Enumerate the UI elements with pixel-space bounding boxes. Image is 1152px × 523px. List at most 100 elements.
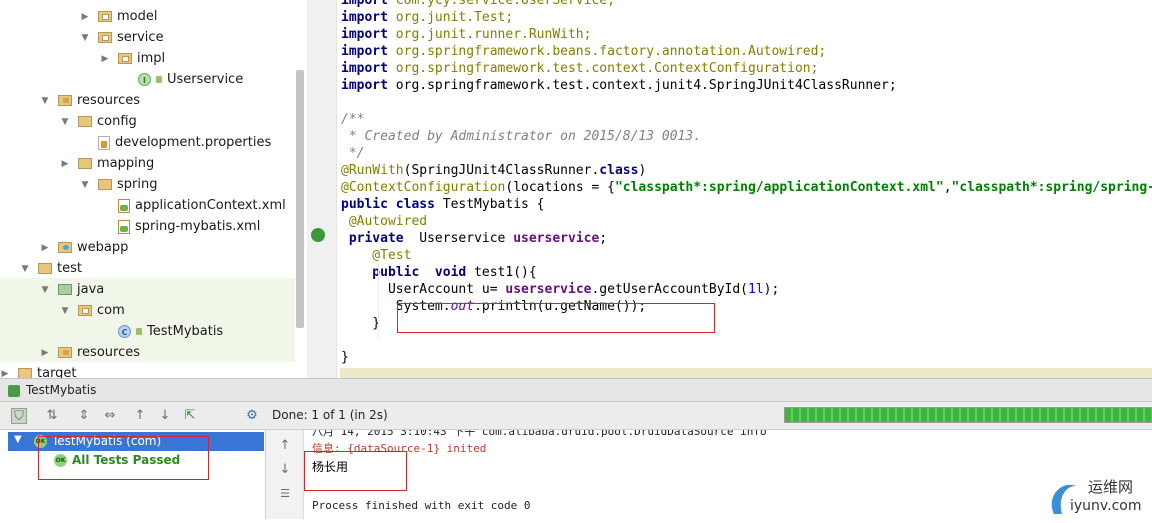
code-token: public void [341, 265, 475, 280]
tree-item-label: spring [117, 177, 158, 192]
tree-item-testmybatis[interactable]: C TestMybatis [100, 321, 223, 342]
expand-arrow-icon[interactable]: ▶ [60, 159, 70, 169]
code-token: /** [341, 112, 365, 127]
previous-failed-icon[interactable]: ↑ [132, 408, 148, 424]
settings-gear-icon[interactable]: ⚙ [244, 408, 260, 424]
expand-arrow-icon[interactable]: ▶ [40, 348, 50, 358]
tree-item-label: development.properties [115, 135, 272, 150]
code-token: org.springframework.test.context.junit4.… [395, 78, 897, 93]
tree-item-label: spring-mybatis.xml [135, 219, 261, 234]
filter-tests-icon[interactable]: ⛉ [11, 408, 27, 424]
tree-item-label: Userservice [167, 72, 244, 87]
run-tool-window-header: TestMybatis [0, 378, 1152, 402]
tree-item-service[interactable]: ▼ service [80, 27, 164, 48]
tree-item-model[interactable]: ▶ model [80, 6, 158, 27]
test-status-text: Done: 1 of 1 (in 2s) [272, 408, 388, 422]
tree-item-impl[interactable]: ▶ impl [100, 48, 166, 69]
project-tree-scrollbar[interactable] [296, 70, 304, 328]
collapse-arrow-icon[interactable]: ▼ [14, 434, 22, 445]
collapse-arrow-icon[interactable]: ▼ [20, 264, 30, 274]
code-token: import [341, 10, 396, 25]
scroll-up-icon[interactable]: ↑ [277, 438, 293, 454]
collapse-arrow-icon[interactable]: ▼ [60, 306, 70, 316]
export-results-icon[interactable]: ⇱ [182, 408, 198, 424]
tree-item-target[interactable]: ▶ target [0, 363, 77, 378]
console-side-toolbar: ↑ ↓ ☰ [266, 430, 304, 519]
resources-folder-icon [58, 95, 72, 106]
expand-arrow-icon[interactable]: ▶ [100, 54, 110, 64]
tree-item-applicationcontext-xml[interactable]: applicationContext.xml [100, 195, 286, 216]
code-token: userservice [505, 282, 592, 297]
code-token: @Test [341, 248, 412, 263]
run-window-title[interactable]: TestMybatis [26, 383, 96, 397]
tree-item-label: config [97, 114, 137, 129]
tree-item-spring[interactable]: ▼ spring [80, 174, 158, 195]
tree-item-development-properties[interactable]: development.properties [80, 132, 271, 153]
expand-arrow-icon[interactable]: ▶ [0, 369, 10, 379]
package-folder-icon [118, 53, 132, 64]
collapse-arrow-icon[interactable]: ▼ [60, 117, 70, 127]
tree-item-label: mapping [97, 156, 155, 171]
highlight-box-println [397, 303, 715, 333]
expand-arrow-icon[interactable]: ▶ [40, 243, 50, 253]
collapse-all-icon[interactable]: ⇔ [102, 408, 118, 424]
collapse-arrow-icon[interactable]: ▼ [80, 33, 90, 43]
code-token: class [599, 163, 639, 178]
tree-item-resources[interactable]: ▶ resources [40, 342, 140, 363]
tree-item-java[interactable]: ▼ java [40, 279, 105, 300]
web-folder-icon [58, 242, 72, 253]
tree-item-label: impl [137, 51, 166, 66]
tree-item-label: test [57, 261, 82, 276]
sort-alphabetically-icon[interactable]: ⇅ [44, 408, 60, 424]
tree-item-config[interactable]: ▼ config [60, 111, 137, 132]
code-line: public void test1(){ [341, 264, 536, 281]
tree-item-test[interactable]: ▼ test [20, 258, 82, 279]
code-token: } [341, 316, 381, 331]
collapse-arrow-icon[interactable]: ▼ [40, 285, 50, 295]
next-failed-icon[interactable]: ↓ [157, 408, 173, 424]
folder-icon [78, 116, 92, 127]
code-line: private Userservice userservice; [341, 230, 607, 247]
access-lock-icon [136, 328, 142, 335]
code-token: org.springframework.beans.factory.annota… [395, 44, 827, 59]
code-token: (locations = { [505, 180, 615, 195]
collapse-arrow-icon[interactable]: ▼ [80, 180, 90, 190]
collapse-arrow-icon[interactable]: ▼ [40, 96, 50, 106]
access-lock-icon [156, 76, 162, 83]
code-token: userservice [513, 231, 600, 246]
scroll-down-icon[interactable]: ↓ [277, 462, 293, 478]
code-token: ) [638, 163, 647, 178]
interface-icon: I [138, 73, 151, 86]
run-test-gutter-icon[interactable] [311, 228, 325, 242]
project-tree: ▶ model ▼ service ▶ impl I Userservice ▼ resource… [0, 0, 307, 378]
code-line: import org.springframework.test.context.… [341, 77, 897, 94]
code-token: import [341, 0, 396, 8]
tree-item-spring-mybatis-xml[interactable]: spring-mybatis.xml [100, 216, 260, 237]
tree-item-userservice[interactable]: I Userservice [120, 69, 243, 90]
tree-item-mapping[interactable]: ▶ mapping [60, 153, 155, 174]
watermark-bottom-text: iyunv.com [1070, 498, 1142, 514]
code-line: @RunWith(SpringJUnit4ClassRunner.class) [341, 162, 646, 179]
tree-item-label: resources [77, 93, 141, 108]
xml-file-icon [118, 198, 130, 213]
code-line: */ [341, 145, 365, 162]
class-icon: C [118, 325, 131, 338]
tree-item-label: model [117, 9, 158, 24]
expand-all-icon[interactable]: ⇕ [76, 408, 92, 424]
folder-icon [38, 263, 52, 274]
soft-wrap-icon[interactable]: ☰ [277, 486, 293, 502]
code-token: @Autowired [341, 214, 428, 229]
tree-item-label: applicationContext.xml [135, 198, 286, 213]
tree-item-com[interactable]: ▼ com [60, 300, 125, 321]
code-token: import [341, 44, 396, 59]
tree-item-resources[interactable]: ▼ resources [40, 90, 140, 111]
resources-folder-icon [58, 347, 72, 358]
tree-item-webapp[interactable]: ▶ webapp [40, 237, 129, 258]
expand-arrow-icon[interactable]: ▶ [80, 12, 90, 22]
console-output[interactable]: 八月 14, 2015 3:10:43 下午 com.alibaba.druid… [304, 430, 1152, 519]
code-line: import org.junit.runner.RunWith; [341, 26, 591, 43]
folder-icon [98, 179, 112, 190]
code-token: 1l [748, 282, 764, 297]
